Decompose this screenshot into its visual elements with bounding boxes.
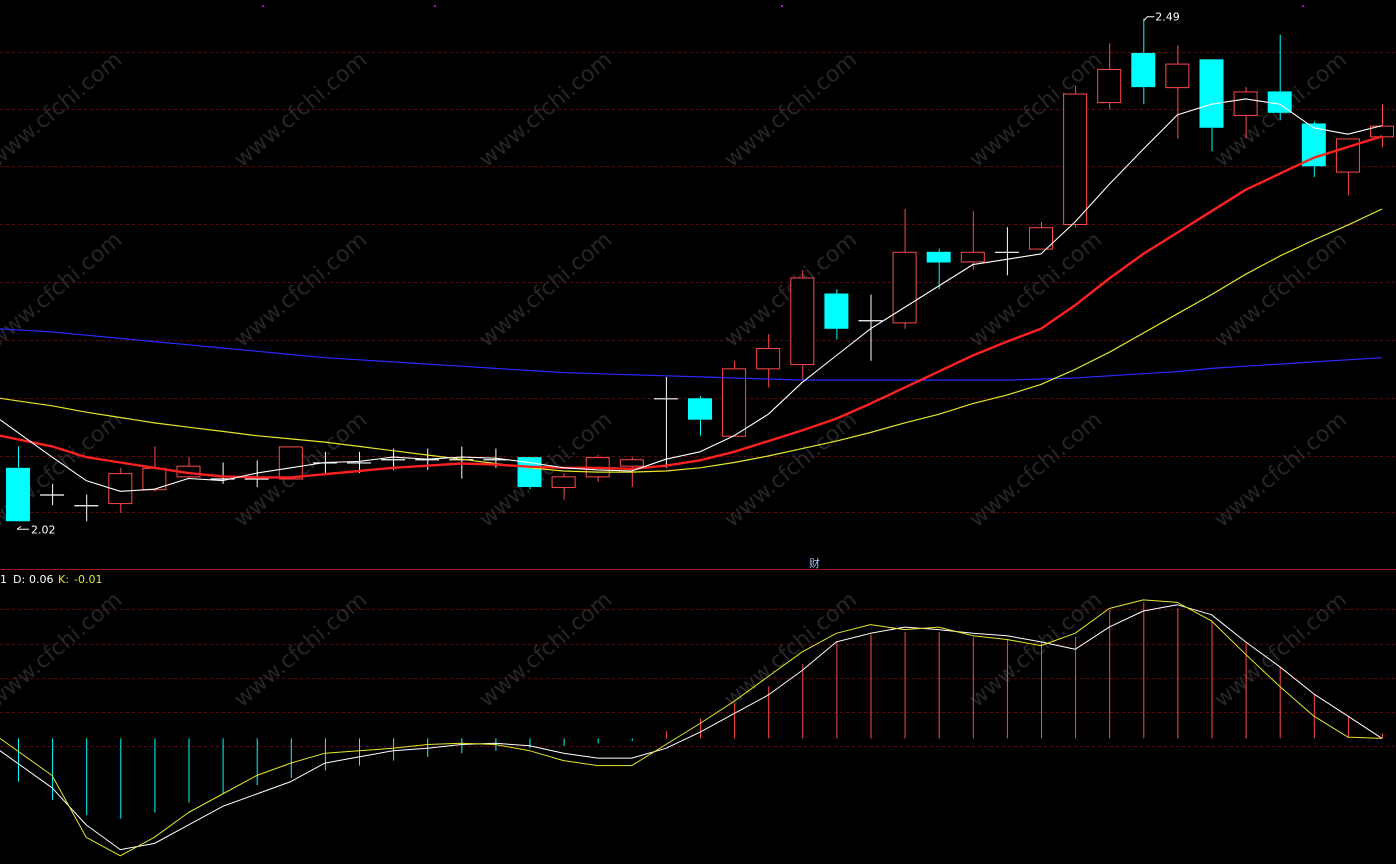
candle-body-down [6, 467, 30, 522]
candle-body-up [1165, 63, 1190, 89]
candle [278, 446, 303, 480]
candle-body-down [1199, 59, 1224, 128]
d-value: 0.06 [29, 573, 54, 586]
k-value: -0.01 [74, 573, 102, 586]
k-label: K: [58, 573, 69, 586]
candle-body-down [824, 293, 849, 329]
candle [790, 269, 815, 381]
candle-body-up [1063, 93, 1088, 225]
panel-title[interactable]: 财 [809, 556, 820, 570]
low-price-label: 2.02 [31, 523, 56, 536]
header-prefix: 1 [0, 573, 7, 586]
d-label: D: [13, 573, 25, 586]
candle-body-up [278, 446, 303, 480]
candle-body-up [756, 348, 781, 370]
candle-body-down [688, 398, 712, 420]
indicator-header: 1 D: 0.06 K: -0.01 [0, 573, 102, 586]
candle-body-up [1233, 91, 1258, 116]
candle-body-up [551, 476, 576, 489]
candle-body-up [619, 459, 644, 467]
stock-chart: www.cfchi.com www.cfchi.com www.cfchi.com w… [0, 0, 1396, 864]
high-price-label: 2.49 [1155, 11, 1180, 24]
candle-body-up [1097, 68, 1122, 104]
top-marker [434, 5, 436, 7]
candle-body-down [1131, 52, 1156, 88]
chart-background [0, 0, 1396, 864]
candle [1063, 86, 1088, 228]
candle-body-up [960, 251, 985, 263]
candle-body-up [790, 277, 815, 366]
top-marker [1302, 5, 1304, 7]
candle-body-up [722, 368, 747, 437]
top-marker [262, 5, 264, 7]
top-marker [781, 5, 783, 7]
candle [722, 360, 747, 437]
candle-body-down [926, 251, 951, 263]
